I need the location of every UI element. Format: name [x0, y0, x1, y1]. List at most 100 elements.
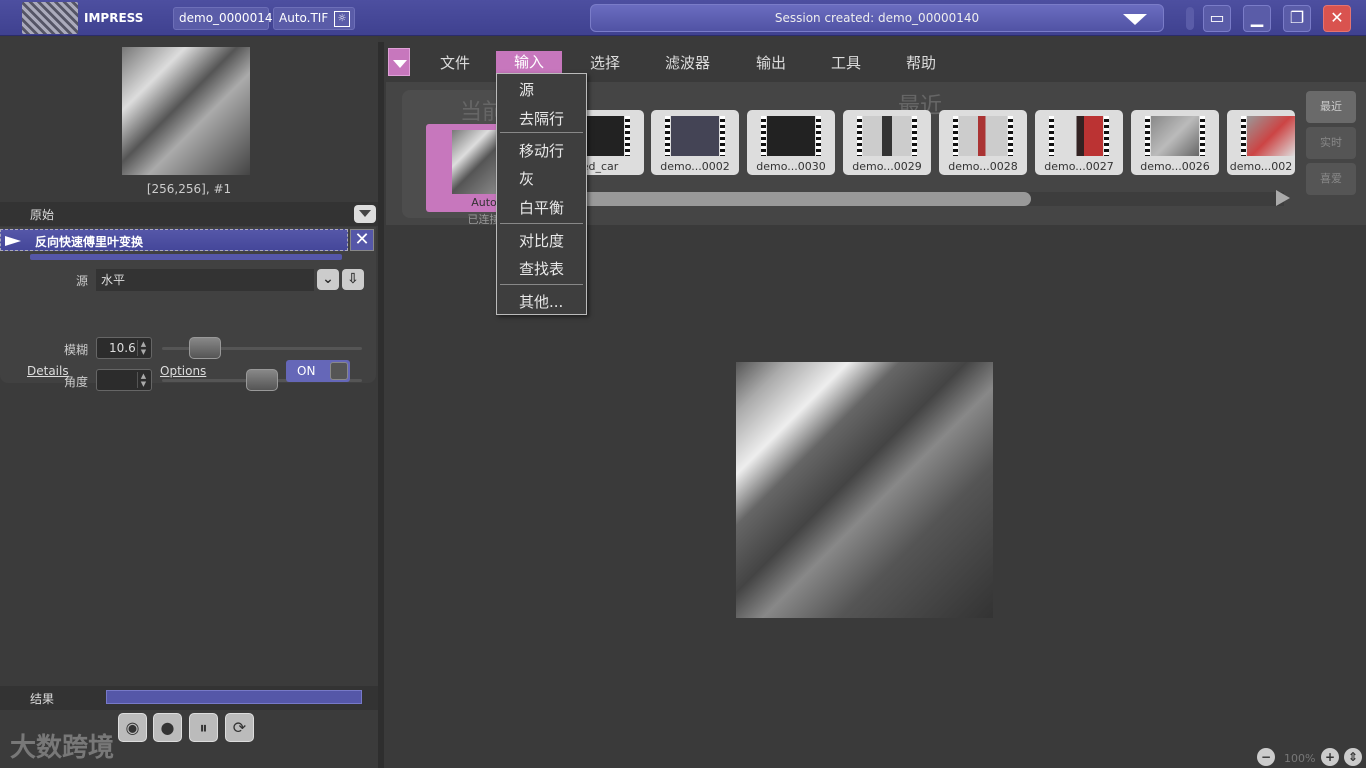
- restore-icon: ❐: [1289, 8, 1305, 27]
- video-icon: [665, 116, 725, 156]
- app-name: IMPRESS: [84, 11, 144, 25]
- restore-button[interactable]: ❐: [1283, 5, 1311, 32]
- recent-item-name: demo...0030: [756, 160, 826, 173]
- recent-item[interactable]: demo...0027: [1035, 110, 1123, 175]
- main-image-view[interactable]: [736, 362, 993, 618]
- watermark: 大数跨境: [10, 733, 115, 763]
- scroll-thumb[interactable]: [562, 192, 1032, 206]
- filter-close-button[interactable]: ✕: [350, 229, 374, 251]
- format-chip[interactable]: Auto.TIF ☼: [273, 7, 355, 30]
- spin-down-icon[interactable]: ▼: [141, 380, 146, 388]
- on-off-toggle[interactable]: ON: [286, 360, 350, 382]
- source-select[interactable]: 水平: [96, 269, 314, 291]
- angle-input[interactable]: ▲ ▼: [96, 369, 152, 391]
- recent-scrollbar[interactable]: [562, 192, 1284, 206]
- angle-spinner[interactable]: ▲ ▼: [137, 372, 149, 388]
- result-row: 结果: [0, 686, 378, 710]
- menu-item-source[interactable]: 源: [519, 79, 534, 100]
- chevron-down-icon: ⌄: [322, 271, 334, 287]
- menu-item-lookup-table[interactable]: 查找表: [519, 258, 564, 279]
- settings-icon[interactable]: ☼: [334, 11, 350, 27]
- filter-title: 反向快速傅里叶变换: [35, 235, 144, 249]
- video-icon: [1145, 116, 1205, 156]
- recent-item[interactable]: demo...002: [1227, 110, 1295, 175]
- monitor-icon: ▭: [1209, 8, 1225, 27]
- refresh-button[interactable]: ⟳: [225, 713, 254, 742]
- blur-input[interactable]: 10.6 ▲ ▼: [96, 337, 152, 359]
- result-label: 结果: [30, 692, 55, 706]
- filter-header[interactable]: 反向快速傅里叶变换: [0, 229, 348, 251]
- blur-value: 10.6: [109, 341, 136, 355]
- video-icon: [857, 116, 917, 156]
- original-label: 原始: [30, 208, 55, 222]
- blur-slider-thumb[interactable]: [188, 337, 221, 359]
- monitor-button[interactable]: ▭: [1203, 5, 1231, 32]
- video-icon: [953, 116, 1013, 156]
- menu-item-deinterlace[interactable]: 去隔行: [519, 108, 564, 129]
- pause-button[interactable]: ⏸: [189, 713, 218, 742]
- chevron-down-icon[interactable]: [354, 205, 376, 223]
- zoom-in-button[interactable]: +: [1321, 748, 1339, 766]
- menu-item-other[interactable]: 其他...: [519, 291, 563, 312]
- details-link[interactable]: Details: [27, 364, 69, 378]
- spin-up-icon[interactable]: ▲: [141, 340, 146, 348]
- panel-divider[interactable]: [378, 42, 384, 768]
- recent-item[interactable]: demo...0029: [843, 110, 931, 175]
- recent-item[interactable]: demo...0002: [651, 110, 739, 175]
- preview-coords: [256,256], #1: [146, 182, 232, 196]
- menu-toggle-button[interactable]: [388, 48, 410, 76]
- recent-item[interactable]: demo...0026: [1131, 110, 1219, 175]
- session-dropdown[interactable]: Session created: demo_00000140: [590, 4, 1164, 32]
- result-bar: [106, 690, 362, 704]
- menu-filters[interactable]: 滤波器: [665, 52, 710, 73]
- preview-thumbnail[interactable]: [122, 47, 250, 175]
- zoom-in-icon: +: [1324, 750, 1336, 764]
- scroll-right-icon[interactable]: [1276, 190, 1290, 206]
- video-icon: [1049, 116, 1109, 156]
- recent-item-name: demo...0027: [1044, 160, 1114, 173]
- recent-item[interactable]: demo...0028: [939, 110, 1027, 175]
- minimize-button[interactable]: ▁: [1243, 5, 1271, 32]
- options-link[interactable]: Options: [160, 364, 206, 378]
- record-icon: ◉: [125, 718, 140, 737]
- menu-item-white-balance[interactable]: 白平衡: [519, 197, 564, 218]
- recent-item-name: demo...0026: [1140, 160, 1210, 173]
- recent-item[interactable]: demo...0030: [747, 110, 835, 175]
- angle-slider-thumb[interactable]: [246, 369, 278, 391]
- menu-input[interactable]: 输入: [496, 51, 563, 75]
- on-label: ON: [297, 364, 316, 378]
- format-chip-label: Auto.TIF: [279, 11, 329, 25]
- snapshot-button[interactable]: ◉: [118, 713, 147, 742]
- close-button[interactable]: ✕: [1323, 5, 1351, 32]
- close-icon: ✕: [1330, 8, 1344, 27]
- source-dropdown-button[interactable]: ⌄: [317, 269, 339, 290]
- menu-tools[interactable]: 工具: [831, 52, 861, 73]
- zoom-out-button[interactable]: −: [1257, 748, 1275, 766]
- menu-select[interactable]: 选择: [590, 52, 620, 73]
- menu-output[interactable]: 输出: [756, 52, 786, 73]
- spin-down-icon[interactable]: ▼: [141, 348, 146, 356]
- left-panel: [256,256], #1 原始 反向快速傅里叶变换 ✕ 源 水平 ⌄ ⇩ 模糊…: [0, 37, 378, 768]
- menu-help[interactable]: 帮助: [906, 52, 936, 73]
- menu-item-move-row[interactable]: 移动行: [519, 140, 564, 161]
- recent-item-name: demo...0029: [852, 160, 922, 173]
- fit-button[interactable]: ⇕: [1344, 748, 1362, 766]
- menu-item-contrast[interactable]: 对比度: [519, 230, 564, 251]
- tab-recent[interactable]: 最近: [1306, 91, 1356, 123]
- file-name-chip[interactable]: demo_00000140: [173, 7, 280, 30]
- menu-separator: [500, 284, 583, 285]
- filter-progress-bar: [30, 254, 342, 260]
- recent-item-name: demo...002: [1229, 160, 1293, 173]
- chevron-down-icon: [1123, 14, 1147, 25]
- menu-separator: [500, 132, 583, 133]
- menu-item-gray[interactable]: 灰: [519, 168, 534, 189]
- spin-up-icon[interactable]: ▲: [141, 372, 146, 380]
- stop-button[interactable]: ●: [153, 713, 182, 742]
- tab-favorites[interactable]: 喜爱: [1306, 163, 1356, 195]
- blur-label: 模糊: [63, 343, 88, 357]
- recent-item-name: demo...0002: [660, 160, 730, 173]
- source-download-button[interactable]: ⇩: [342, 269, 364, 290]
- menu-file[interactable]: 文件: [440, 52, 470, 73]
- tab-realtime[interactable]: 实时: [1306, 127, 1356, 159]
- blur-spinner[interactable]: ▲ ▼: [137, 340, 149, 356]
